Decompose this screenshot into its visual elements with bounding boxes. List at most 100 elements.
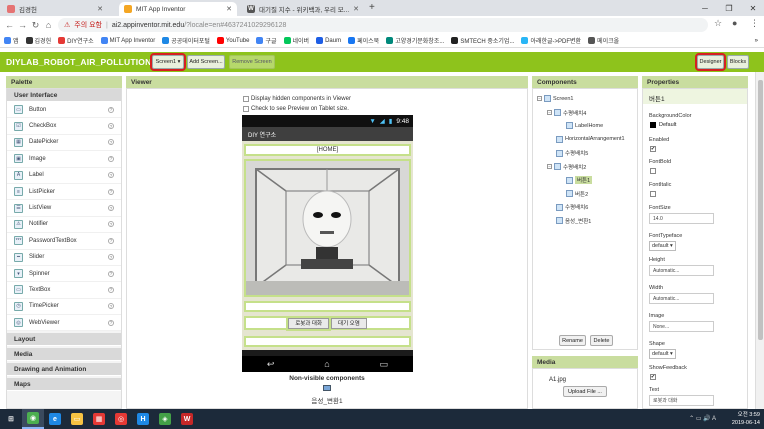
remove-screen-button[interactable]: Remove Screen (229, 55, 275, 69)
help-icon[interactable]: ? (108, 188, 114, 195)
close-icon[interactable]: ✕ (97, 5, 103, 13)
prop-text-field[interactable]: 로봇과 대화 (649, 395, 714, 406)
palette-category-drawing-and-animation[interactable]: Drawing and Animation (7, 363, 121, 377)
palette-item-passwordtextbox[interactable]: *** PasswordTextBox? (7, 233, 121, 250)
start-icon[interactable]: ⊞ (0, 409, 22, 429)
bookmark-item[interactable]: 네이버 (283, 36, 309, 45)
help-icon[interactable]: ? (108, 123, 114, 130)
help-icon[interactable]: ? (108, 286, 114, 293)
bookmark-item[interactable]: SMTECH 중소기업... (451, 36, 514, 45)
palette-item-button[interactable]: ▭ Button? (7, 102, 121, 119)
hangul-icon[interactable]: H (132, 409, 154, 429)
prop-showfeedback-checkbox[interactable]: ✔ (650, 374, 656, 380)
app2-icon[interactable]: ◎ (110, 409, 132, 429)
prop-fontsize-field[interactable]: 14.0 (649, 213, 714, 224)
app-icon[interactable]: ▦ (88, 409, 110, 429)
palette-item-checkbox[interactable]: ☑ CheckBox? (7, 118, 121, 135)
air-pollution-button[interactable]: 대기 오염 (331, 317, 367, 329)
palette-item-webviewer[interactable]: ◎ WebViewer? (7, 315, 121, 332)
help-icon[interactable]: ? (108, 237, 114, 244)
prop-fonttypeface-select[interactable]: default ▾ (649, 241, 676, 251)
designer-button[interactable]: Designer (695, 53, 726, 71)
component-node[interactable]: 수평배치5 (547, 149, 588, 157)
palette-item-listpicker[interactable]: ≡ ListPicker? (7, 183, 121, 201)
bookmark-item[interactable]: 페이스북 (348, 36, 379, 45)
component-node[interactable]: HorizontalArrangement1 (547, 135, 625, 143)
reload-icon[interactable]: ↻ (29, 20, 42, 31)
scrollbar-thumb[interactable] (758, 80, 763, 340)
bookmark-item[interactable]: DIY연구소 (58, 36, 94, 45)
back-icon[interactable]: ← (3, 20, 16, 30)
hidden-components-checkbox[interactable] (243, 96, 249, 102)
delete-button[interactable]: Delete (590, 335, 613, 346)
system-tray-icons[interactable]: ⌃ ▭ 🔊 A (689, 415, 716, 422)
menu-kebab-icon[interactable]: ⋮ (750, 18, 759, 29)
blocks-button[interactable]: Blocks (727, 55, 749, 69)
explorer-icon[interactable]: ▭ (66, 409, 88, 429)
bookmarks-more-button[interactable]: » (755, 38, 758, 44)
security-warning-icon[interactable]: ⚠ (64, 21, 70, 29)
home-label[interactable]: [HOME] (244, 144, 411, 156)
palette-item-textbox[interactable]: ▭ TextBox? (7, 282, 121, 299)
palette-item-timepicker[interactable]: ◷ TimePicker? (7, 298, 121, 316)
palette-item-slider[interactable]: ━ Slider? (7, 249, 121, 266)
help-icon[interactable]: ? (108, 172, 114, 179)
robot-image[interactable] (244, 159, 411, 297)
bookmark-item[interactable]: 앱 (4, 36, 19, 45)
media-file[interactable]: A1.jpg (549, 377, 566, 383)
upload-file-button[interactable]: Upload File ... (563, 386, 607, 397)
bookmark-item[interactable]: YouTube (216, 37, 249, 44)
window-close-icon[interactable]: ✕ (741, 0, 764, 16)
palette-item-label[interactable]: A Label? (7, 167, 121, 184)
component-node[interactable]: 음성_변환1 (547, 217, 591, 225)
address-bar[interactable]: ⚠ 주의 요함 | ai2.appinventor.mit.edu/?local… (58, 18, 708, 32)
minimize-icon[interactable]: ─ (693, 0, 717, 16)
palette-category-layout[interactable]: Layout (7, 333, 121, 347)
phone-recents-icon[interactable]: ▭ (380, 359, 389, 370)
help-icon[interactable]: ? (108, 106, 114, 113)
help-icon[interactable]: ? (108, 319, 114, 326)
palette-category-user-interface[interactable]: User Interface (7, 89, 121, 102)
rename-button[interactable]: Rename (559, 335, 586, 346)
component-node[interactable]: − 수평배치2 (547, 163, 586, 171)
phone-home-icon[interactable]: ⌂ (324, 359, 329, 369)
help-icon[interactable]: ? (108, 303, 114, 310)
close-icon[interactable]: ✕ (353, 5, 359, 13)
tablet-preview-checkbox-row[interactable]: Check to see Preview on Tablet size. (243, 106, 349, 112)
prop-height-field[interactable]: Automatic... (649, 265, 714, 276)
collapse-icon[interactable]: − (537, 96, 542, 101)
bookmark-item[interactable]: 구글 (256, 36, 277, 45)
component-node[interactable]: 버튼2 (557, 190, 588, 198)
bookmark-item[interactable]: 메이크올 (588, 36, 619, 45)
prop-shape-select[interactable]: default ▾ (649, 349, 676, 359)
prop-image-field[interactable]: None... (649, 321, 714, 332)
close-icon[interactable]: ✕ (226, 5, 232, 13)
edge-icon[interactable]: e (44, 409, 66, 429)
bookmark-item[interactable]: 김경헌 (25, 36, 51, 45)
prop-fontitalic-checkbox[interactable] (650, 191, 656, 197)
palette-category-media[interactable]: Media (7, 348, 121, 362)
browser-tab-0[interactable]: 김경헌 ✕ (2, 2, 108, 16)
bookmark-item[interactable]: Daum (316, 37, 341, 44)
profile-avatar-icon[interactable]: ● (732, 18, 737, 28)
palette-item-notifier[interactable]: ⚠ Notifier? (7, 216, 121, 234)
palette-category-maps[interactable]: Maps (7, 378, 121, 392)
prop-enabled-checkbox[interactable]: ✔ (650, 146, 656, 152)
palette-item-listview[interactable]: ☰ ListView? (7, 200, 121, 217)
new-tab-button[interactable]: + (369, 2, 375, 13)
browser-tab-1[interactable]: MIT App Inventor ✕ (119, 2, 237, 16)
word-icon[interactable]: W (176, 409, 198, 429)
component-node[interactable]: LabelHome (557, 122, 603, 129)
phone-back-icon[interactable]: ↩ (267, 359, 275, 370)
speech-icon[interactable] (127, 385, 527, 393)
component-node[interactable]: 수평배치6 (547, 203, 588, 211)
palette-item-image[interactable]: ▣ Image? (7, 151, 121, 168)
help-icon[interactable]: ? (108, 155, 114, 162)
talk-to-robot-button[interactable]: 로봇과 대화 (286, 315, 332, 331)
forward-icon[interactable]: → (16, 20, 29, 30)
bookmark-item[interactable]: MIT App Inventor (100, 37, 155, 44)
system-clock[interactable]: 오전 3:59 2019-06-14 (732, 411, 760, 427)
help-icon[interactable]: ? (108, 254, 114, 261)
collapse-icon[interactable]: − (547, 164, 552, 169)
prop-width-field[interactable]: Automatic... (649, 293, 714, 304)
